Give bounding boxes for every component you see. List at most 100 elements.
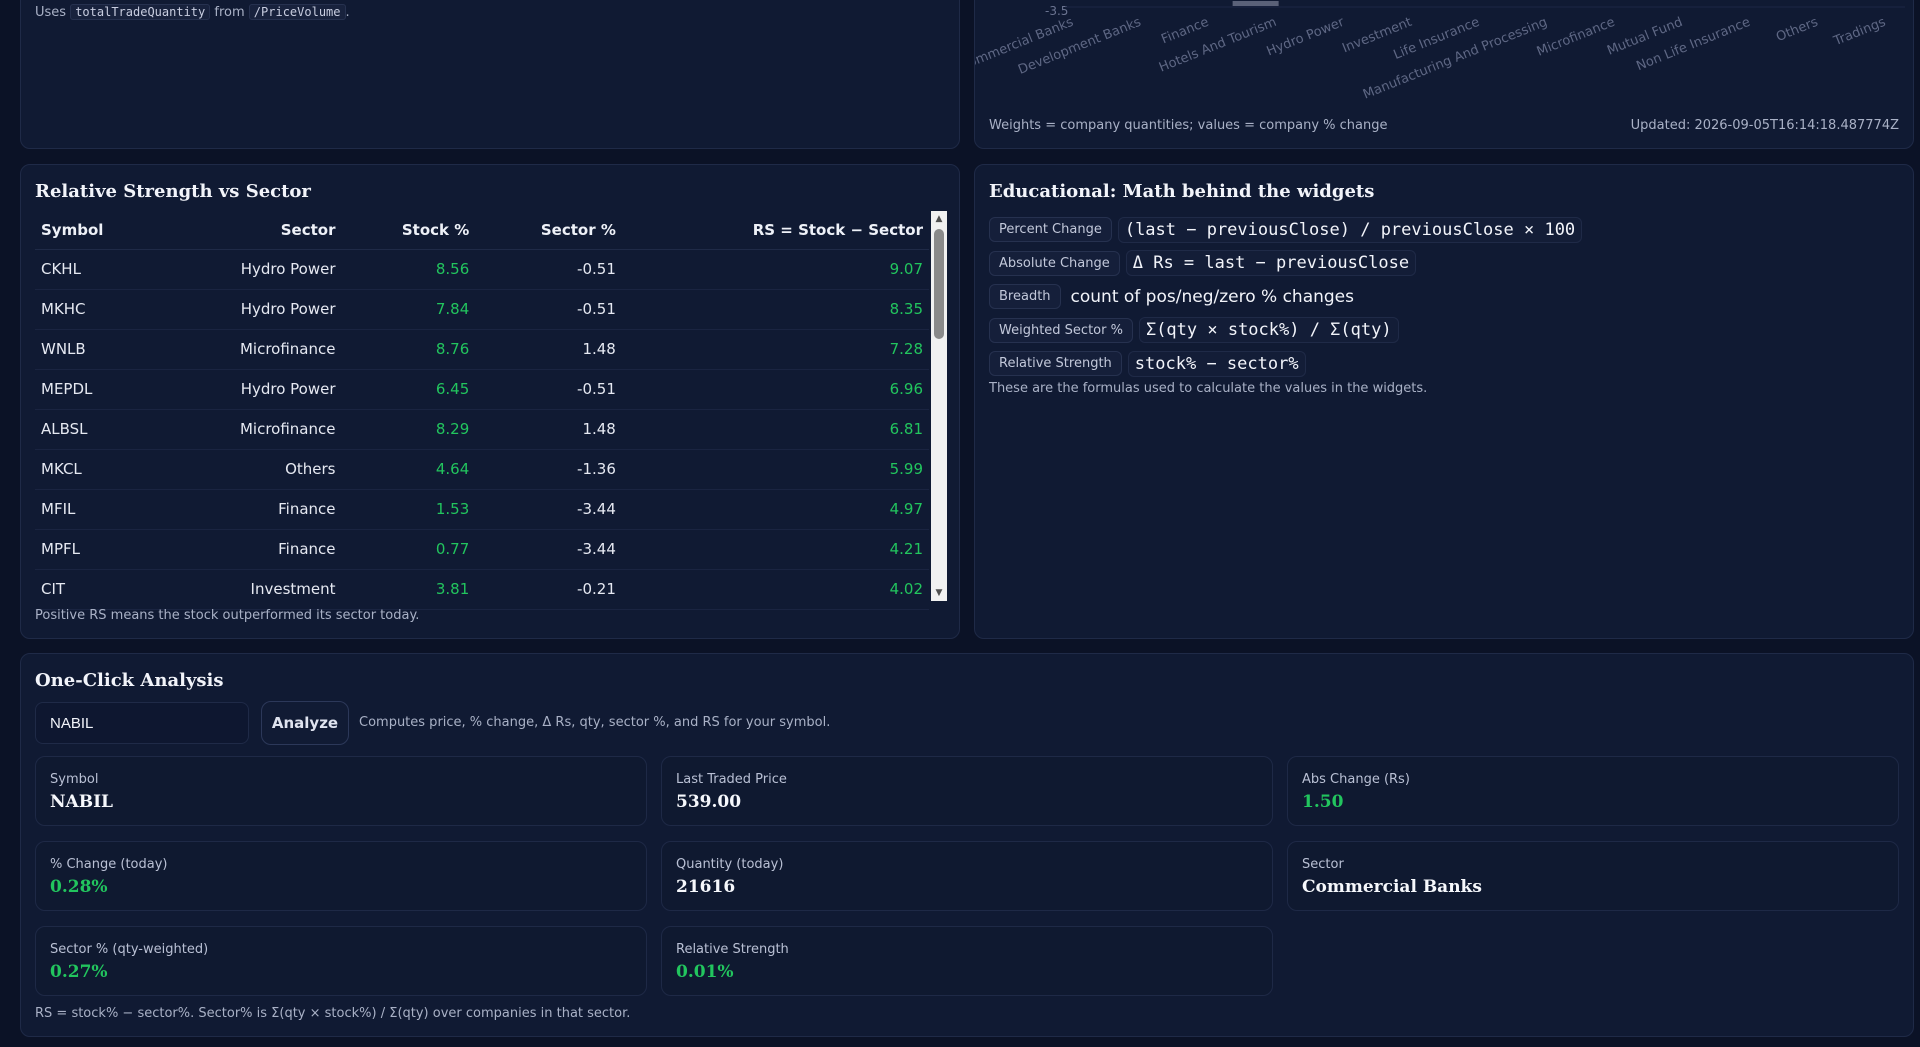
formula-row: Percent Change (last − previousClose) / p… <box>989 213 1583 247</box>
rs-header-3: Sector % <box>475 211 622 250</box>
stat-card: Relative Strength 0.01% <box>661 926 1273 996</box>
uses-card: Uses totalTradeQuantity from /PriceVolum… <box>20 0 960 149</box>
x-tick-label: Tradings <box>1831 15 1888 50</box>
formula-expression: (last − previousClose) / previousClose ×… <box>1117 216 1583 243</box>
stat-label: Symbol <box>50 772 99 787</box>
rs-cell: Hydro Power <box>160 249 342 290</box>
stat-card: Last Traded Price 539.00 <box>661 756 1273 826</box>
analyze-button[interactable]: Analyze <box>261 701 349 745</box>
uses-mid: from <box>214 5 245 20</box>
rs-cell: 9.07 <box>621 249 929 290</box>
table-row[interactable]: WNLB Microfinance 8.76 1.48 7.28 <box>35 329 929 370</box>
rs-cell: Microfinance <box>160 329 342 370</box>
table-row[interactable]: MPFL Finance 0.77 -3.44 4.21 <box>35 529 929 570</box>
rs-cell: MFIL <box>35 489 161 530</box>
rs-cell: 4.21 <box>621 529 929 570</box>
stat-card: Sector Commercial Banks <box>1287 841 1899 911</box>
stat-label: Abs Change (Rs) <box>1302 772 1410 787</box>
formula-expression: stock% − sector% <box>1127 350 1306 377</box>
rs-cell: 5.99 <box>621 449 929 490</box>
formula-expression: Δ Rs = last − previousClose <box>1125 250 1417 277</box>
stat-value: 21616 <box>676 877 736 897</box>
rs-cell: MKHC <box>35 289 161 330</box>
table-row[interactable]: MEPDL Hydro Power 6.45 -0.51 6.96 <box>35 369 929 410</box>
stat-label: Relative Strength <box>676 942 789 957</box>
table-row[interactable]: MFIL Finance 1.53 -3.44 4.97 <box>35 489 929 530</box>
rs-cell: -0.51 <box>475 369 622 410</box>
educational-note: These are the formulas used to calculate… <box>989 381 1428 396</box>
x-tick-label: Hotels And Tourism <box>1157 15 1279 76</box>
table-row[interactable]: MKCL Others 4.64 -1.36 5.99 <box>35 449 929 490</box>
rs-table-scroll[interactable]: Symbol Sector Stock % Sector % RS = Stock − … <box>35 211 929 625</box>
rs-cell: -0.51 <box>475 289 622 330</box>
relative-strength-card: Relative Strength vs Sector Symbol Sector… <box>20 164 960 639</box>
rs-header-0: Symbol <box>35 211 161 250</box>
table-row[interactable]: MKHC Hydro Power 7.84 -0.51 8.35 <box>35 289 929 330</box>
rs-cell: ALBSL <box>35 409 161 450</box>
symbol-input[interactable] <box>35 702 249 744</box>
uses-code-quantity: totalTradeQuantity <box>70 4 211 20</box>
chart-footer-note: Weights = company quantities; values = c… <box>989 118 1388 133</box>
rs-cell: 8.56 <box>341 249 476 290</box>
formula-label: Breadth <box>989 284 1061 310</box>
educational-title: Educational: Math behind the widgets <box>989 181 1375 202</box>
rs-note: Positive RS means the stock outperformed… <box>35 608 420 623</box>
uses-prefix: Uses <box>35 5 67 20</box>
uses-code-endpoint: /PriceVolume <box>248 4 346 20</box>
stat-value: 0.01% <box>676 962 734 982</box>
rs-cell: MKCL <box>35 449 161 490</box>
rs-cell: CIT <box>35 569 161 610</box>
rs-header-row: Symbol Sector Stock % Sector % RS = Stock − … <box>35 211 929 250</box>
rs-cell: Finance <box>160 489 342 530</box>
uses-line: Uses totalTradeQuantity from /PriceVolum… <box>35 4 350 20</box>
rs-cell: Microfinance <box>160 409 342 450</box>
stat-card: Abs Change (Rs) 1.50 <box>1287 756 1899 826</box>
formula-label: Weighted Sector % <box>989 317 1133 343</box>
stat-card: Symbol NABIL <box>35 756 647 826</box>
rs-header-2: Stock % <box>341 211 476 250</box>
table-row[interactable]: ALBSL Microfinance 8.29 1.48 6.81 <box>35 409 929 450</box>
stat-value: 539.00 <box>676 792 742 812</box>
table-row[interactable]: CIT Investment 3.81 -0.21 4.02 <box>35 569 929 610</box>
relative-strength-title: Relative Strength vs Sector <box>35 181 311 202</box>
rs-cell: -1.36 <box>475 449 622 490</box>
formula-row: Absolute Change Δ Rs = last − previousClo… <box>989 247 1582 281</box>
stat-card: Sector % (qty-weighted) 0.27% <box>35 926 647 996</box>
analysis-title: One-Click Analysis <box>35 670 224 691</box>
rs-cell: Investment <box>160 569 342 610</box>
x-tick-label: Others <box>1774 15 1820 45</box>
formula-expression: count of pos/neg/zero % changes <box>1070 286 1354 307</box>
rs-cell: 4.64 <box>341 449 476 490</box>
rs-cell: Hydro Power <box>160 369 342 410</box>
rs-scrollbar[interactable]: ▲ ▼ <box>931 211 947 601</box>
bar-finance <box>1232 1 1279 6</box>
analysis-hint: Computes price, % change, Δ Rs, qty, sec… <box>359 715 831 730</box>
rs-cell: -3.44 <box>475 529 622 570</box>
stat-label: Quantity (today) <box>676 857 784 872</box>
rs-cell: 7.28 <box>621 329 929 370</box>
x-tick-label: Hydro Power <box>1265 15 1347 60</box>
formula-expression: Σ(qty × stock%) / Σ(qty) <box>1138 317 1399 344</box>
rs-cell: 4.02 <box>621 569 929 610</box>
formula-list: Percent Change (last − previousClose) / p… <box>989 213 1583 381</box>
stat-label: Last Traded Price <box>676 772 787 787</box>
sector-chart: -3.5Commercial BanksDevelopment Banks Fin… <box>975 1 1905 103</box>
x-tick-label: Non Life Insurance <box>1634 15 1752 74</box>
scroll-down-arrow-icon[interactable]: ▼ <box>931 585 947 601</box>
rs-cell: 1.53 <box>341 489 476 530</box>
stat-card: % Change (today) 0.28% <box>35 841 647 911</box>
table-row[interactable]: CKHL Hydro Power 8.56 -0.51 9.07 <box>35 249 929 290</box>
rs-cell: CKHL <box>35 249 161 290</box>
rs-cell: -3.44 <box>475 489 622 530</box>
scroll-up-arrow-icon[interactable]: ▲ <box>931 211 947 227</box>
rs-cell: -0.51 <box>475 249 622 290</box>
stat-label: Sector <box>1302 857 1344 872</box>
scrollbar-thumb[interactable] <box>934 229 944 339</box>
formula-row: Relative Strength stock% − sector% <box>989 347 1582 381</box>
uses-suffix: . <box>345 5 350 20</box>
rs-table-wrap[interactable]: Symbol Sector Stock % Sector % RS = Stock − … <box>35 211 947 625</box>
analysis-note: RS = stock% − sector%. Sector% is Σ(qty … <box>35 1006 631 1021</box>
stat-value: 1.50 <box>1302 792 1344 812</box>
rs-cell: Finance <box>160 529 342 570</box>
sector-chart-card: -3.5 Commercial Banks Development Banks Fin… <box>974 0 1914 149</box>
